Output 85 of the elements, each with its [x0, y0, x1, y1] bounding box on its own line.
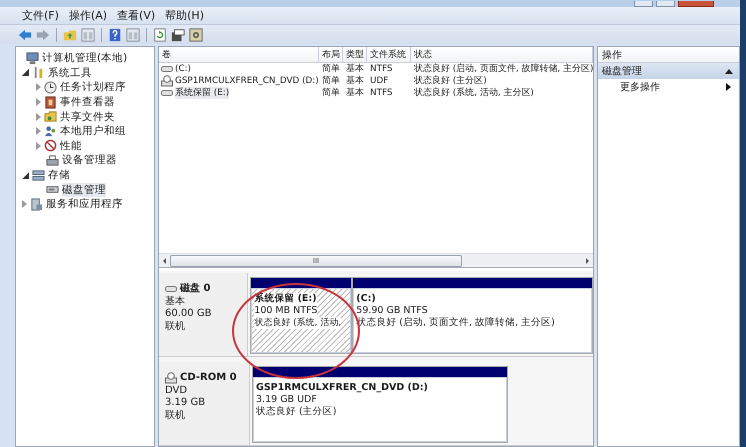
- close-button[interactable]: [678, 1, 714, 7]
- drive-icon: [165, 285, 178, 294]
- volume-name[interactable]: GSP1RMCULXFRER_CN_DVD (D:): [159, 75, 320, 87]
- maximize-button[interactable]: [656, 1, 675, 7]
- log-icon: [44, 96, 57, 109]
- partition-title: (C:): [356, 293, 377, 305]
- table-cell-text: 状态良好 (主分区): [413, 75, 488, 87]
- clock-icon: [44, 80, 57, 94]
- disk-status: 联机: [165, 410, 186, 422]
- tools-icon: [32, 66, 45, 80]
- cd-drive-icon: [165, 372, 178, 384]
- disk-type: 基本: [165, 296, 186, 308]
- disk-status: 联机: [165, 320, 186, 333]
- actions-section[interactable]: 磁盘管理: [598, 63, 739, 79]
- tree-item[interactable]: 事件查看器: [16, 94, 154, 110]
- services-icon: [30, 198, 43, 211]
- partition-size: 100 MB NTFS: [254, 305, 318, 317]
- storage-icon: [32, 168, 45, 182]
- scroll-right-icon[interactable]: [586, 258, 590, 264]
- table-cell-text: NTFS: [369, 64, 394, 74]
- table-cell-text: 基本: [345, 75, 366, 87]
- pane-toggle-icon[interactable]: [81, 28, 95, 42]
- actions-header: 操作: [598, 47, 739, 63]
- disk-size: 3.19 GB: [165, 397, 206, 410]
- partition-title: GSP1RMCULXFRER_CN_DVD (D:): [256, 382, 429, 394]
- tree-item[interactable]: 磁盘管理: [16, 182, 154, 197]
- tree-item[interactable]: 计算机管理(本地): [16, 51, 154, 66]
- properties-icon[interactable]: [171, 28, 185, 42]
- tree-item[interactable]: 本地用户和组: [16, 124, 154, 139]
- partition-status: 状态良好 (系统, 活动,: [254, 317, 342, 329]
- volume-name[interactable]: 系统保留 (E:): [159, 87, 320, 99]
- minimize-button[interactable]: [634, 1, 653, 7]
- table-cell-text: 基本: [345, 87, 366, 99]
- column-header[interactable]: 布局: [319, 47, 344, 62]
- table-cell-text: 简单: [321, 87, 342, 99]
- menu-item[interactable]: 查看(V): [117, 8, 156, 23]
- partition-block[interactable]: GSP1RMCULXFRER_CN_DVD (D:) 3.19 GB UDF 状态良好 (主分区): [252, 366, 508, 443]
- table-cell-text: 简单: [321, 75, 342, 87]
- volume-name[interactable]: (C:): [159, 64, 320, 74]
- tree-item[interactable]: 服务和应用程序: [16, 196, 154, 212]
- table-cell-text: 简单: [321, 63, 342, 75]
- users-icon: [44, 124, 57, 138]
- printer-icon: [46, 154, 59, 167]
- tree-item[interactable]: 共享文件夹: [16, 109, 154, 124]
- no-entry-icon: [44, 139, 57, 152]
- disk-name: CD-ROM 0: [180, 372, 237, 384]
- disk-size: 60.00 GB: [165, 308, 212, 320]
- folder-up-icon[interactable]: [63, 28, 77, 42]
- menu-item[interactable]: 操作(A): [68, 8, 108, 23]
- tree-item[interactable]: 存储: [16, 168, 154, 182]
- table-cell-text: 状态良好 (启动, 页面文件, 故障转储, 主分区): [413, 63, 594, 75]
- submenu-arrow-icon: [726, 83, 731, 91]
- partition-size: 3.19 GB UDF: [256, 394, 318, 406]
- column-header[interactable]: 卷: [159, 47, 320, 62]
- disk-name: 磁盘 0: [180, 283, 210, 296]
- drive-icon: [161, 89, 174, 97]
- tree-item[interactable]: 系统工具: [16, 66, 154, 80]
- scroll-left-icon[interactable]: [163, 258, 166, 264]
- column-header[interactable]: 文件系统: [367, 47, 412, 62]
- back-icon[interactable]: [18, 28, 32, 42]
- forward-icon[interactable]: [36, 28, 50, 42]
- action-item[interactable]: 更多操作: [598, 79, 739, 95]
- table-cell-text: NTFS: [369, 88, 394, 98]
- drive-icon: [161, 65, 174, 73]
- table-cell-text: UDF: [369, 76, 390, 86]
- pane-toggle-icon[interactable]: [126, 28, 140, 42]
- tree-item[interactable]: 任务计划程序: [16, 80, 154, 95]
- computer-icon: [26, 52, 39, 65]
- tree-item[interactable]: 设备管理器: [16, 153, 154, 168]
- menu-item[interactable]: 文件(F): [22, 8, 59, 23]
- settings-icon[interactable]: [189, 28, 203, 42]
- column-header[interactable]: 类型: [343, 47, 368, 62]
- menu-item[interactable]: 帮助(H): [165, 8, 204, 23]
- refresh-icon[interactable]: [153, 28, 167, 42]
- partition-status: 状态良好 (主分区): [256, 406, 338, 418]
- cd-drive-icon: [161, 75, 174, 87]
- tree-item[interactable]: 性能: [16, 138, 154, 154]
- column-header[interactable]: 状态: [411, 47, 594, 62]
- disk-type: DVD: [165, 384, 188, 397]
- partition-size: 59.90 GB NTFS: [356, 305, 429, 317]
- table-cell-text: 状态良好 (系统, 活动, 主分区): [413, 87, 535, 99]
- shared-folder-icon: [44, 110, 57, 124]
- collapse-caret-icon[interactable]: [725, 68, 733, 74]
- table-cell-text: 基本: [345, 63, 366, 75]
- help-icon[interactable]: [108, 28, 122, 42]
